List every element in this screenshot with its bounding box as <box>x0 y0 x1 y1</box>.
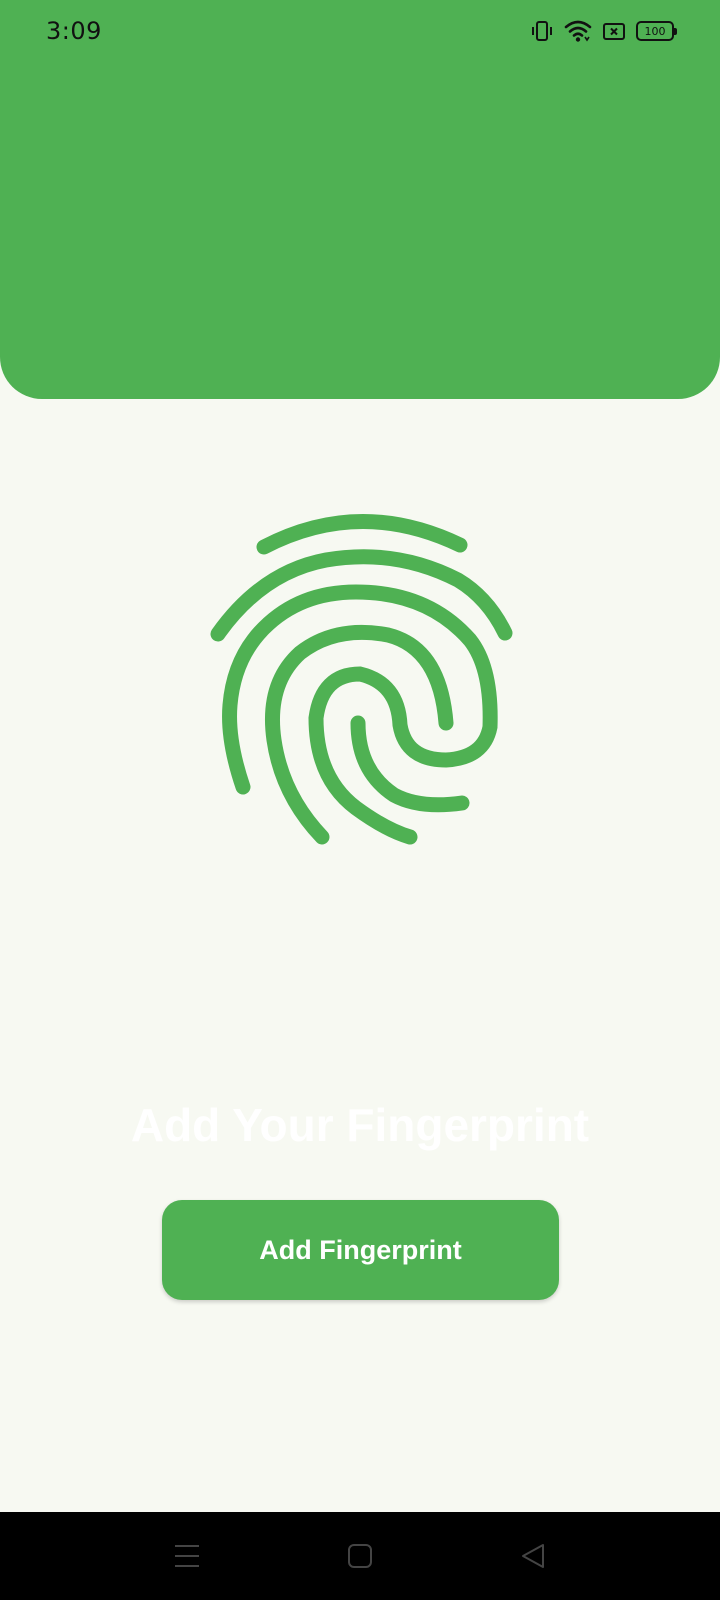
wifi-icon <box>564 20 592 42</box>
menu-icon <box>175 1545 199 1567</box>
home-button[interactable] <box>336 1532 384 1580</box>
battery-level: 100 <box>644 24 666 38</box>
add-fingerprint-button[interactable]: Add Fingerprint <box>162 1200 559 1300</box>
status-bar: 3:09 100 <box>0 0 720 64</box>
nav-bar <box>0 1512 720 1600</box>
home-icon <box>348 1544 372 1568</box>
status-time: 3:09 <box>46 17 102 45</box>
status-icons: 100 <box>530 19 677 43</box>
battery-icon: 100 <box>636 21 677 41</box>
menu-button[interactable] <box>163 1532 211 1580</box>
back-icon <box>522 1544 544 1568</box>
back-button[interactable] <box>509 1532 557 1580</box>
vibrate-icon <box>532 21 552 41</box>
fingerprint-icon <box>210 514 513 845</box>
prompt-title: Add Your Fingerprint <box>130 1099 590 1151</box>
add-fingerprint-label: Add Fingerprint <box>259 1234 462 1265</box>
sim-error-icon <box>603 23 625 40</box>
